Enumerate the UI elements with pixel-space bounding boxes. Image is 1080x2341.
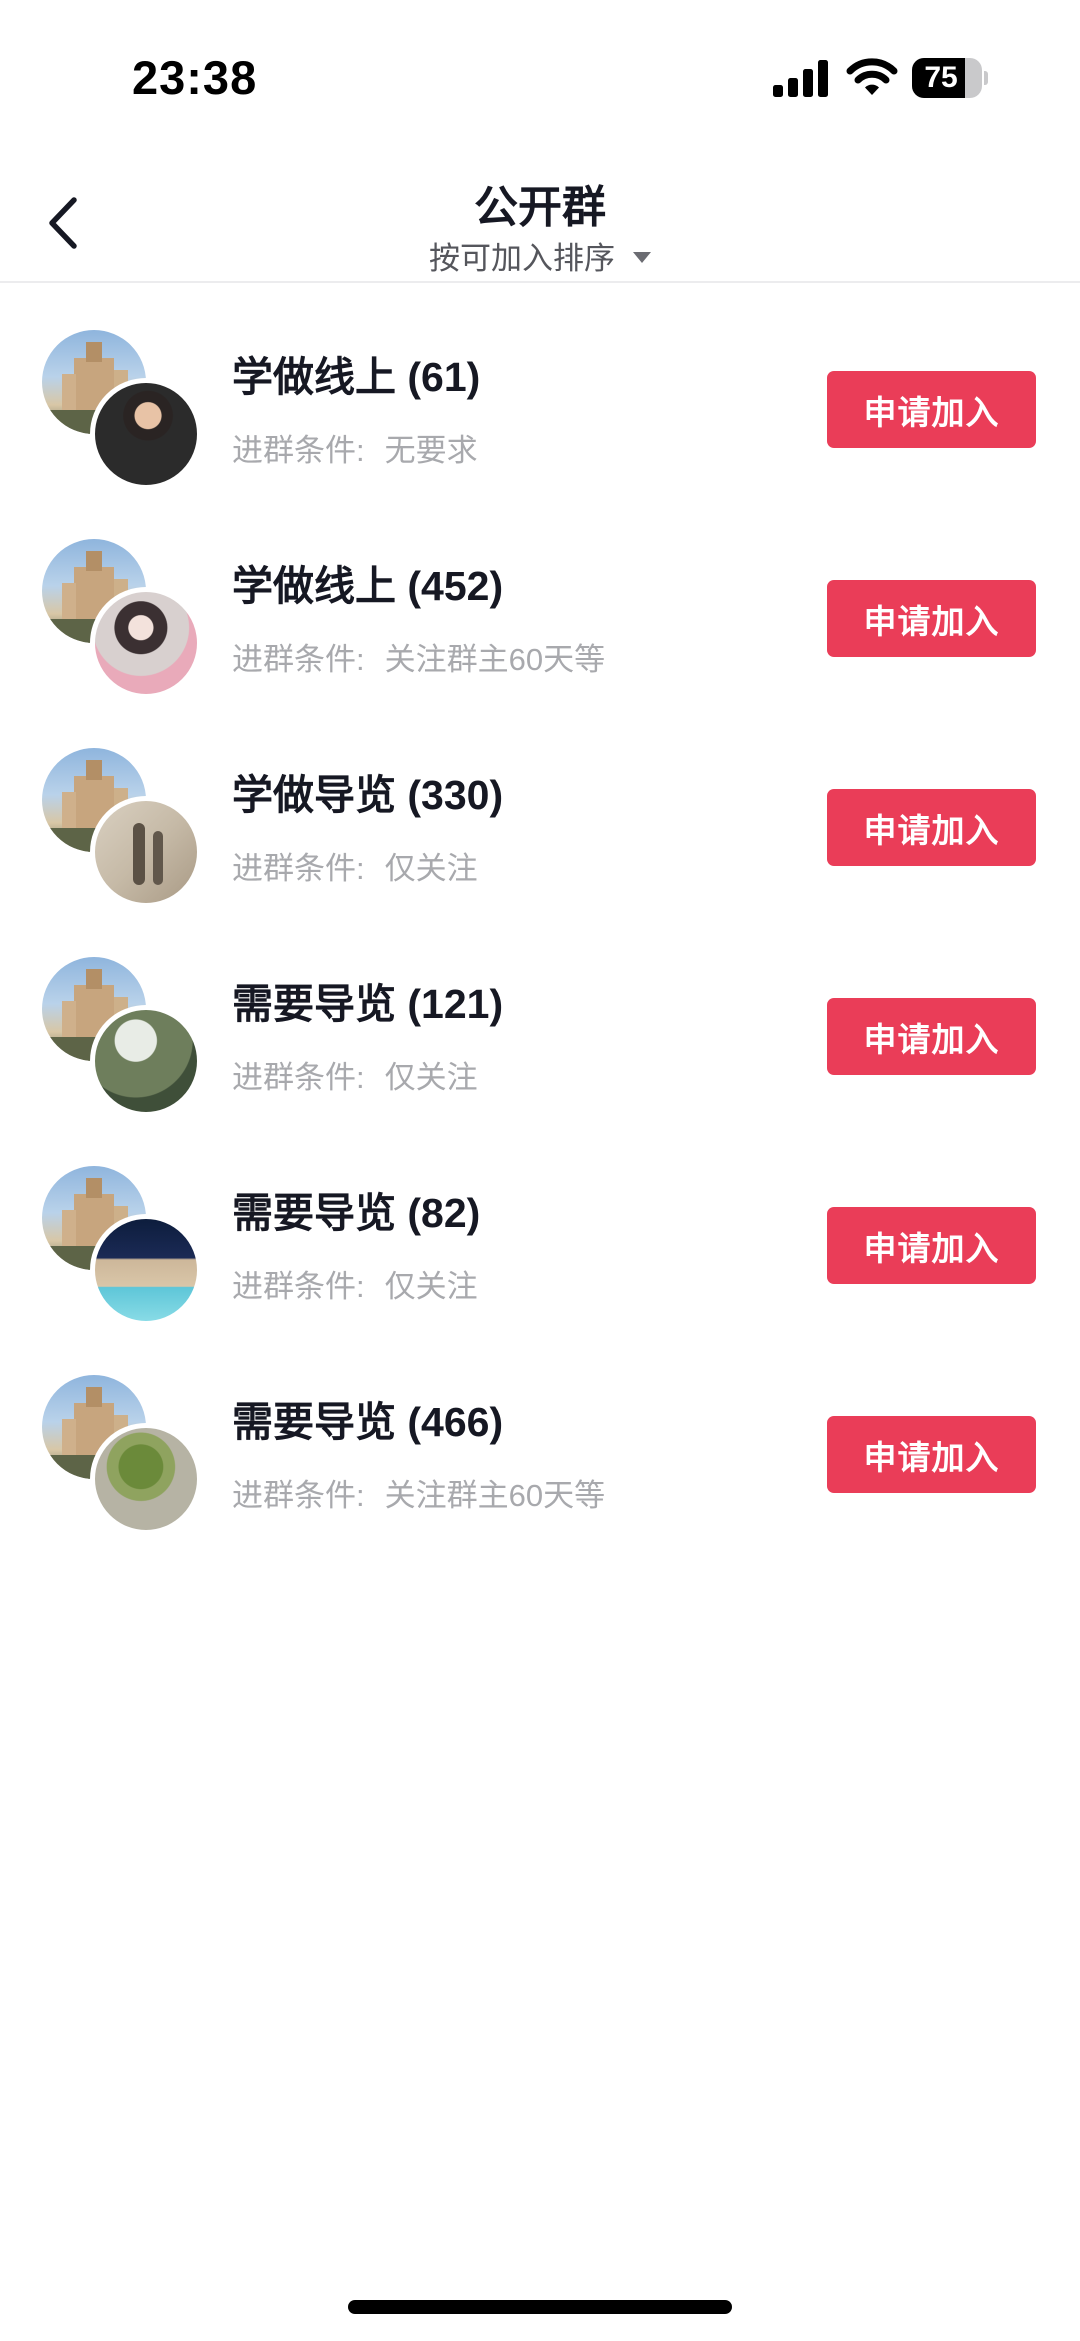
group-row[interactable]: 需要导览 (466) 进群条件: 关注群主60天等 申请加入: [0, 1328, 1080, 1537]
group-name: 学做线上 (61): [232, 354, 481, 400]
group-row[interactable]: 需要导览 (82) 进群条件: 仅关注 申请加入: [0, 1119, 1080, 1328]
condition-label: 进群条件:: [232, 433, 365, 468]
condition-label: 进群条件:: [232, 851, 365, 886]
join-button[interactable]: 申请加入: [827, 1207, 1036, 1284]
condition-value: 关注群主60天等: [384, 642, 606, 677]
condition-label: 进群条件:: [232, 1478, 365, 1513]
page-title: 公开群: [474, 183, 606, 232]
sort-selector[interactable]: 按可加入排序: [0, 234, 1080, 276]
join-button[interactable]: 申请加入: [827, 1416, 1036, 1493]
group-row[interactable]: 需要导览 (121) 进群条件: 仅关注 申请加入: [0, 910, 1080, 1119]
group-condition: 进群条件: 关注群主60天等: [232, 1470, 605, 1515]
home-indicator[interactable]: [348, 2300, 732, 2314]
status-time: 23:38: [132, 51, 258, 104]
condition-label: 进群条件:: [232, 642, 365, 677]
condition-value: 仅关注: [384, 1060, 478, 1095]
member-avatar: [90, 1214, 202, 1326]
group-avatar: [42, 539, 202, 699]
group-name: 需要导览 (82): [232, 1190, 481, 1236]
group-avatar: [42, 748, 202, 908]
group-condition: 进群条件: 关注群主60天等: [232, 634, 605, 679]
status-bar: 23:38 75: [0, 0, 1080, 150]
wifi-icon: [846, 58, 898, 95]
sort-label: 按可加入排序: [429, 240, 615, 276]
member-avatar: [90, 796, 202, 908]
condition-label: 进群条件:: [232, 1269, 365, 1304]
group-name: 需要导览 (121): [232, 981, 504, 1027]
group-name: 需要导览 (466): [232, 1399, 504, 1445]
public-groups-screen: 23:38 75 公开群 按可加入排序 学做线上 (61) 进群条件: 无要求 …: [0, 0, 1080, 2341]
condition-value: 关注群主60天等: [384, 1478, 606, 1513]
group-row[interactable]: 学做线上 (61) 进群条件: 无要求 申请加入: [0, 283, 1080, 492]
group-row[interactable]: 学做线上 (452) 进群条件: 关注群主60天等 申请加入: [0, 492, 1080, 701]
join-button[interactable]: 申请加入: [827, 580, 1036, 657]
condition-value: 仅关注: [384, 851, 478, 886]
join-button[interactable]: 申请加入: [827, 998, 1036, 1075]
group-name: 学做线上 (452): [232, 563, 504, 609]
member-avatar: [90, 1005, 202, 1117]
signal-icon: [773, 60, 828, 97]
battery-icon: 75: [912, 58, 988, 98]
condition-label: 进群条件:: [232, 1060, 365, 1095]
nav-bar: 公开群 按可加入排序: [0, 150, 1080, 283]
group-condition: 进群条件: 仅关注: [232, 1261, 478, 1306]
member-avatar: [90, 587, 202, 699]
condition-value: 仅关注: [384, 1269, 478, 1304]
group-name: 学做导览 (330): [232, 772, 504, 818]
group-avatar: [42, 330, 202, 490]
battery-level: 75: [924, 61, 958, 94]
group-avatar: [42, 1166, 202, 1326]
condition-value: 无要求: [384, 433, 478, 468]
member-avatar: [90, 1423, 202, 1535]
member-avatar: [90, 378, 202, 490]
group-avatar: [42, 1375, 202, 1535]
group-condition: 进群条件: 仅关注: [232, 843, 478, 888]
group-avatar: [42, 957, 202, 1117]
group-condition: 进群条件: 仅关注: [232, 1052, 478, 1097]
group-condition: 进群条件: 无要求: [232, 425, 478, 470]
group-row[interactable]: 学做导览 (330) 进群条件: 仅关注 申请加入: [0, 701, 1080, 910]
join-button[interactable]: 申请加入: [827, 371, 1036, 448]
group-list: 学做线上 (61) 进群条件: 无要求 申请加入 学做线上 (452) 进群条件:…: [0, 283, 1080, 1537]
caret-down-icon: [633, 251, 651, 263]
join-button[interactable]: 申请加入: [827, 789, 1036, 866]
